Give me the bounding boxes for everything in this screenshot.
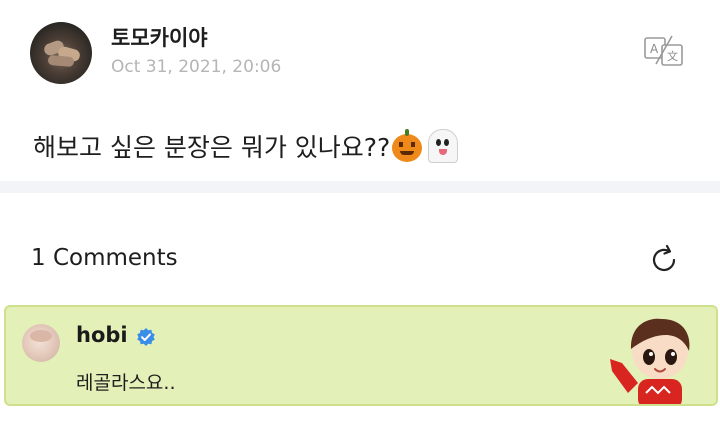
svg-text:文: 文 bbox=[667, 49, 678, 63]
author-name[interactable]: 토모카이야 bbox=[111, 22, 208, 52]
pumpkin-emoji bbox=[392, 129, 423, 162]
translate-button[interactable]: A 文 bbox=[642, 34, 686, 68]
author-avatar[interactable] bbox=[30, 22, 92, 84]
commenter-avatar[interactable] bbox=[22, 324, 60, 362]
refresh-button[interactable] bbox=[647, 243, 681, 277]
post-date: Oct 31, 2021, 20:06 bbox=[111, 57, 282, 77]
comments-count-title: 1 Comments bbox=[31, 245, 178, 271]
refresh-icon bbox=[652, 244, 676, 272]
svg-text:A: A bbox=[650, 42, 659, 56]
translate-icon: A 文 bbox=[644, 35, 683, 66]
section-divider bbox=[0, 181, 720, 193]
verified-badge-icon bbox=[137, 328, 155, 346]
ghost-emoji bbox=[428, 129, 459, 163]
post-text: 해보고 싶은 분장은 뭐가 있나요?? bbox=[33, 133, 391, 162]
post-header: 토모카이야 Oct 31, 2021, 20:06 A 文 bbox=[0, 0, 720, 100]
commenter-name[interactable]: hobi bbox=[76, 323, 128, 347]
character-sticker-icon bbox=[610, 318, 690, 404]
comment-item[interactable]: hobi 레골라스요.. bbox=[4, 305, 718, 406]
post-body: 해보고 싶은 분장은 뭐가 있나요?? bbox=[33, 128, 459, 164]
comment-text: 레골라스요.. bbox=[76, 372, 176, 394]
